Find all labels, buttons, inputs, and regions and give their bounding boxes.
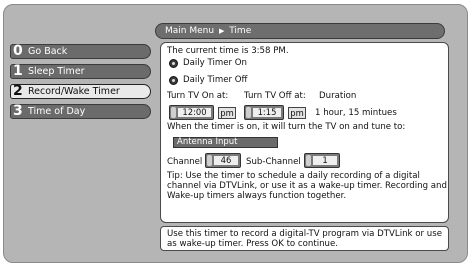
- subchannel-value: 1: [313, 156, 337, 165]
- radio-button-icon[interactable]: [169, 76, 178, 85]
- off-ampm-toggle[interactable]: pm: [288, 107, 306, 119]
- menu-item-number: 3: [13, 103, 23, 119]
- breadcrumb: Main Menu ▶ Time: [155, 23, 445, 39]
- help-text-box: Use this timer to record a digital-TV pr…: [160, 226, 449, 251]
- channel-spinner[interactable]: 46: [205, 153, 241, 168]
- daily-timer-on-option[interactable]: Daily Timer On: [167, 58, 448, 70]
- menu-item-go-back[interactable]: 0 Go Back: [10, 43, 151, 59]
- tip-text: Tip: Use the timer to schedule a daily r…: [167, 171, 447, 201]
- menu-item-sleep-timer[interactable]: 1 Sleep Timer: [10, 63, 151, 79]
- menu-item-number: 2: [13, 83, 23, 99]
- input-source-row: Antenna Input: [167, 133, 448, 150]
- daily-timer-on-label: Daily Timer On: [183, 58, 247, 68]
- menu-item-label: Sleep Timer: [28, 66, 85, 77]
- off-time-value: 1:15: [253, 108, 281, 117]
- timer-settings-panel: The current time is 3:58 PM. Daily Timer…: [160, 42, 449, 223]
- menu-item-number: 1: [13, 63, 23, 79]
- input-source-selector[interactable]: Antenna Input: [173, 137, 278, 148]
- tune-instructions: When the timer is on, it will turn the T…: [167, 122, 406, 132]
- channel-value: 46: [214, 156, 238, 165]
- channel-row: Channel 46 Sub-Channel 1: [167, 151, 448, 170]
- side-menu: 0 Go Back 1 Sleep Timer 2 Record/Wake Ti…: [10, 43, 151, 124]
- menu-item-number: 0: [13, 43, 23, 59]
- menu-item-record-wake-timer[interactable]: 2 Record/Wake Timer: [10, 83, 151, 99]
- turn-on-label: Turn TV On at:: [167, 91, 229, 101]
- subchannel-label: Sub-Channel: [246, 157, 301, 167]
- help-text: Use this timer to record a digital-TV pr…: [167, 229, 442, 249]
- timer-column-labels: Turn TV On at: Turn TV Off at: Duration: [167, 91, 448, 102]
- duration-value: 1 hour, 15 mintues: [315, 108, 397, 118]
- menu-item-label: Go Back: [28, 46, 68, 57]
- menu-item-label: Time of Day: [28, 106, 86, 117]
- menu-item-label: Record/Wake Timer: [28, 86, 120, 97]
- on-time-value: 12:00: [178, 108, 211, 117]
- duration-label: Duration: [319, 91, 357, 101]
- turn-off-label: Turn TV Off at:: [244, 91, 306, 101]
- on-time-spinner[interactable]: 12:00: [169, 105, 214, 120]
- channel-label: Channel: [167, 157, 203, 167]
- subchannel-spinner[interactable]: 1: [304, 153, 340, 168]
- timer-values-row: 12:00 pm 1:15 pm 1 hour, 15 mintues: [167, 103, 448, 122]
- breadcrumb-root[interactable]: Main Menu: [165, 26, 214, 36]
- on-ampm-toggle[interactable]: pm: [218, 107, 236, 119]
- breadcrumb-current: Time: [229, 26, 252, 36]
- daily-timer-off-label: Daily Timer Off: [183, 75, 248, 85]
- off-time-spinner[interactable]: 1:15: [244, 105, 284, 120]
- daily-timer-off-option[interactable]: Daily Timer Off: [167, 75, 448, 87]
- menu-item-time-of-day[interactable]: 3 Time of Day: [10, 103, 151, 119]
- radio-button-icon[interactable]: [169, 59, 178, 68]
- breadcrumb-arrow-icon: ▶: [218, 27, 225, 35]
- current-time-text: The current time is 3:58 PM.: [167, 46, 289, 56]
